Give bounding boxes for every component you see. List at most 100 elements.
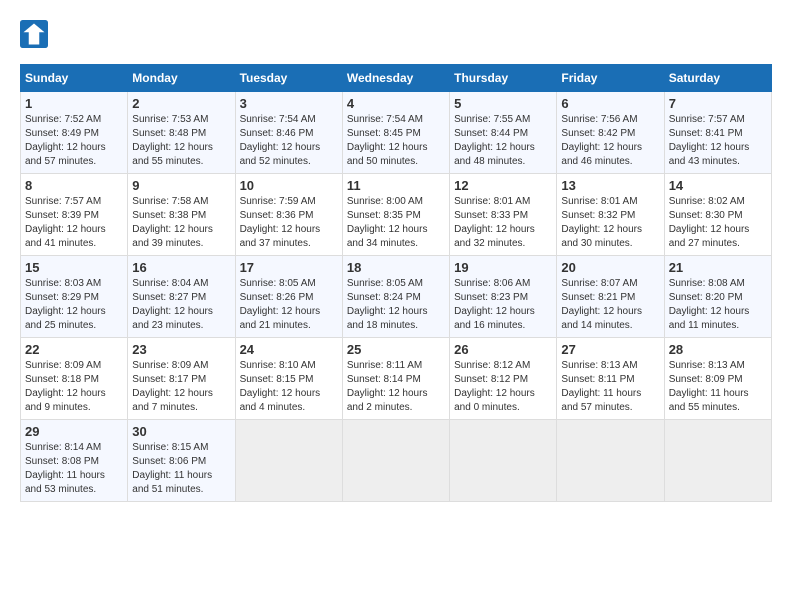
- day-number: 23: [132, 342, 230, 357]
- day-number: 5: [454, 96, 552, 111]
- day-number: 4: [347, 96, 445, 111]
- day-number: 1: [25, 96, 123, 111]
- week-row-1: 1Sunrise: 7:52 AMSunset: 8:49 PMDaylight…: [21, 92, 772, 174]
- day-number: 25: [347, 342, 445, 357]
- header-monday: Monday: [128, 65, 235, 92]
- day-number: 29: [25, 424, 123, 439]
- day-info: Sunrise: 7:53 AMSunset: 8:48 PMDaylight:…: [132, 113, 230, 169]
- day-number: 30: [132, 424, 230, 439]
- day-info: Sunrise: 8:01 AMSunset: 8:32 PMDaylight:…: [561, 195, 659, 251]
- calendar-cell: 11 Sunrise: 8:00 AMSunset: 8:35 PMDayligh…: [342, 174, 449, 256]
- calendar-cell: [342, 420, 449, 502]
- calendar-cell: 16 Sunrise: 8:04 AMSunset: 8:27 PMDayligh…: [128, 256, 235, 338]
- calendar-cell: 4Sunrise: 7:54 AMSunset: 8:45 PMDaylight…: [342, 92, 449, 174]
- day-info: Sunrise: 8:04 AMSunset: 8:27 PMDaylight:…: [132, 277, 230, 333]
- day-number: 11: [347, 178, 445, 193]
- calendar-cell: 9Sunrise: 7:58 AMSunset: 8:38 PMDaylight…: [128, 174, 235, 256]
- calendar-cell: 6 Sunrise: 7:56 AMSunset: 8:42 PMDaylight…: [557, 92, 664, 174]
- week-row-5: 29Sunrise: 8:14 AMSunset: 8:08 PMDayligh…: [21, 420, 772, 502]
- calendar-cell: 20 Sunrise: 8:07 AMSunset: 8:21 PMDayligh…: [557, 256, 664, 338]
- day-info: Sunrise: 8:09 AMSunset: 8:17 PMDaylight:…: [132, 359, 230, 415]
- day-number: 8: [25, 178, 123, 193]
- calendar-cell: 2 Sunrise: 7:53 AMSunset: 8:48 PMDaylight…: [128, 92, 235, 174]
- calendar-cell: 18 Sunrise: 8:05 AMSunset: 8:24 PMDayligh…: [342, 256, 449, 338]
- header-sunday: Sunday: [21, 65, 128, 92]
- day-info: Sunrise: 8:08 AMSunset: 8:20 PMDaylight:…: [669, 277, 767, 333]
- day-number: 13: [561, 178, 659, 193]
- calendar-cell: 26 Sunrise: 8:12 AMSunset: 8:12 PMDayligh…: [450, 338, 557, 420]
- week-row-3: 15 Sunrise: 8:03 AMSunset: 8:29 PMDayligh…: [21, 256, 772, 338]
- day-info: Sunrise: 7:57 AMSunset: 8:41 PMDaylight:…: [669, 113, 767, 169]
- calendar-cell: 10 Sunrise: 7:59 AMSunset: 8:36 PMDayligh…: [235, 174, 342, 256]
- day-info: Sunrise: 8:06 AMSunset: 8:23 PMDaylight:…: [454, 277, 552, 333]
- day-info: Sunrise: 8:05 AMSunset: 8:24 PMDaylight:…: [347, 277, 445, 333]
- week-row-4: 22 Sunrise: 8:09 AMSunset: 8:18 PMDayligh…: [21, 338, 772, 420]
- day-number: 7: [669, 96, 767, 111]
- day-number: 14: [669, 178, 767, 193]
- day-number: 17: [240, 260, 338, 275]
- calendar-table: SundayMondayTuesdayWednesdayThursdayFrid…: [20, 64, 772, 502]
- day-info: Sunrise: 8:09 AMSunset: 8:18 PMDaylight:…: [25, 359, 123, 415]
- day-info: Sunrise: 8:12 AMSunset: 8:12 PMDaylight:…: [454, 359, 552, 415]
- header-friday: Friday: [557, 65, 664, 92]
- day-number: 21: [669, 260, 767, 275]
- day-info: Sunrise: 8:03 AMSunset: 8:29 PMDaylight:…: [25, 277, 123, 333]
- logo: [20, 20, 52, 48]
- day-info: Sunrise: 8:05 AMSunset: 8:26 PMDaylight:…: [240, 277, 338, 333]
- calendar-cell: 8 Sunrise: 7:57 AMSunset: 8:39 PMDaylight…: [21, 174, 128, 256]
- day-info: Sunrise: 8:15 AMSunset: 8:06 PMDaylight:…: [132, 441, 230, 497]
- day-info: Sunrise: 7:58 AMSunset: 8:38 PMDaylight:…: [132, 195, 230, 251]
- day-info: Sunrise: 7:57 AMSunset: 8:39 PMDaylight:…: [25, 195, 123, 251]
- calendar-cell: [664, 420, 771, 502]
- day-info: Sunrise: 7:55 AMSunset: 8:44 PMDaylight:…: [454, 113, 552, 169]
- day-info: Sunrise: 7:56 AMSunset: 8:42 PMDaylight:…: [561, 113, 659, 169]
- day-number: 19: [454, 260, 552, 275]
- calendar-cell: 24 Sunrise: 8:10 AMSunset: 8:15 PMDayligh…: [235, 338, 342, 420]
- day-number: 26: [454, 342, 552, 357]
- day-info: Sunrise: 8:07 AMSunset: 8:21 PMDaylight:…: [561, 277, 659, 333]
- calendar-cell: 27Sunrise: 8:13 AMSunset: 8:11 PMDayligh…: [557, 338, 664, 420]
- calendar-cell: [557, 420, 664, 502]
- calendar-cell: [235, 420, 342, 502]
- calendar-cell: 21 Sunrise: 8:08 AMSunset: 8:20 PMDayligh…: [664, 256, 771, 338]
- day-info: Sunrise: 7:54 AMSunset: 8:46 PMDaylight:…: [240, 113, 338, 169]
- day-number: 2: [132, 96, 230, 111]
- header-saturday: Saturday: [664, 65, 771, 92]
- day-number: 20: [561, 260, 659, 275]
- day-number: 6: [561, 96, 659, 111]
- day-number: 16: [132, 260, 230, 275]
- day-info: Sunrise: 8:13 AMSunset: 8:09 PMDaylight:…: [669, 359, 767, 415]
- calendar-cell: 19 Sunrise: 8:06 AMSunset: 8:23 PMDayligh…: [450, 256, 557, 338]
- day-number: 27: [561, 342, 659, 357]
- day-info: Sunrise: 8:02 AMSunset: 8:30 PMDaylight:…: [669, 195, 767, 251]
- calendar-cell: 14 Sunrise: 8:02 AMSunset: 8:30 PMDayligh…: [664, 174, 771, 256]
- calendar-cell: 30 Sunrise: 8:15 AMSunset: 8:06 PMDayligh…: [128, 420, 235, 502]
- day-number: 10: [240, 178, 338, 193]
- calendar-cell: 29Sunrise: 8:14 AMSunset: 8:08 PMDayligh…: [21, 420, 128, 502]
- calendar-cell: 13 Sunrise: 8:01 AMSunset: 8:32 PMDayligh…: [557, 174, 664, 256]
- header-tuesday: Tuesday: [235, 65, 342, 92]
- calendar-cell: 25 Sunrise: 8:11 AMSunset: 8:14 PMDayligh…: [342, 338, 449, 420]
- day-number: 18: [347, 260, 445, 275]
- day-info: Sunrise: 8:01 AMSunset: 8:33 PMDaylight:…: [454, 195, 552, 251]
- calendar-cell: 3 Sunrise: 7:54 AMSunset: 8:46 PMDaylight…: [235, 92, 342, 174]
- day-number: 24: [240, 342, 338, 357]
- calendar-cell: 23 Sunrise: 8:09 AMSunset: 8:17 PMDayligh…: [128, 338, 235, 420]
- day-number: 22: [25, 342, 123, 357]
- day-info: Sunrise: 8:00 AMSunset: 8:35 PMDaylight:…: [347, 195, 445, 251]
- day-number: 15: [25, 260, 123, 275]
- day-info: Sunrise: 7:59 AMSunset: 8:36 PMDaylight:…: [240, 195, 338, 251]
- header-thursday: Thursday: [450, 65, 557, 92]
- day-info: Sunrise: 8:10 AMSunset: 8:15 PMDaylight:…: [240, 359, 338, 415]
- calendar-cell: 17 Sunrise: 8:05 AMSunset: 8:26 PMDayligh…: [235, 256, 342, 338]
- calendar-cell: 1Sunrise: 7:52 AMSunset: 8:49 PMDaylight…: [21, 92, 128, 174]
- calendar-cell: [450, 420, 557, 502]
- week-row-2: 8 Sunrise: 7:57 AMSunset: 8:39 PMDaylight…: [21, 174, 772, 256]
- calendar-cell: 22 Sunrise: 8:09 AMSunset: 8:18 PMDayligh…: [21, 338, 128, 420]
- day-number: 3: [240, 96, 338, 111]
- calendar-cell: 15 Sunrise: 8:03 AMSunset: 8:29 PMDayligh…: [21, 256, 128, 338]
- calendar-cell: 7 Sunrise: 7:57 AMSunset: 8:41 PMDaylight…: [664, 92, 771, 174]
- day-info: Sunrise: 8:11 AMSunset: 8:14 PMDaylight:…: [347, 359, 445, 415]
- calendar-cell: 12Sunrise: 8:01 AMSunset: 8:33 PMDayligh…: [450, 174, 557, 256]
- logo-icon: [20, 20, 48, 48]
